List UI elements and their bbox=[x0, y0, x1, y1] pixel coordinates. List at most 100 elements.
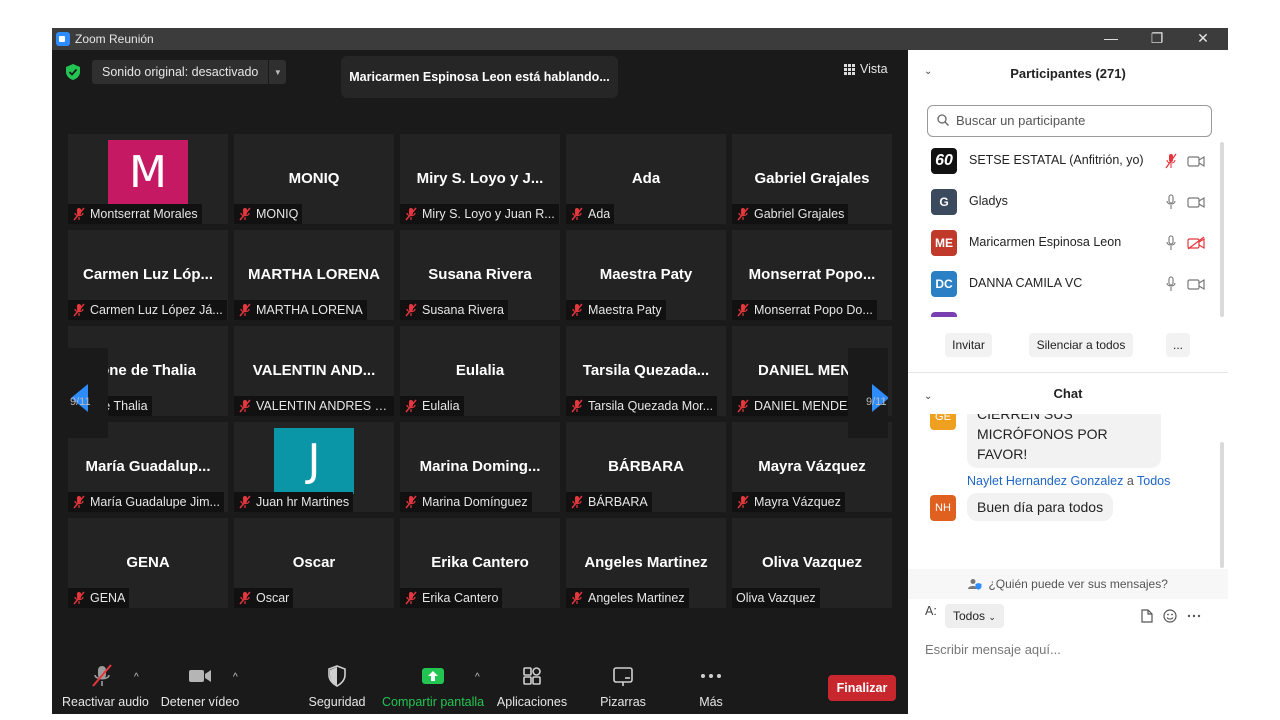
chat-message-line: MICRÓFONOS POR FAVOR! bbox=[977, 426, 1108, 462]
participant-display-name: Gabriel Grajales bbox=[754, 170, 870, 187]
chat-scrollbar[interactable] bbox=[1220, 442, 1224, 568]
participant-video-tile[interactable]: Oscar Oscar bbox=[234, 518, 394, 608]
participant-search-input[interactable]: Buscar un participante bbox=[927, 105, 1212, 137]
participant-display-name: María Guadalup... bbox=[85, 458, 211, 475]
whiteboard-icon bbox=[613, 667, 633, 686]
share-screen-button[interactable]: Compartir pantalla bbox=[382, 664, 484, 709]
participant-video-tile[interactable]: Monserrat Popo... Monserrat Popo Do... bbox=[732, 230, 892, 320]
participant-video-tile[interactable]: MARTHA LORENA MARTHA LORENA bbox=[234, 230, 394, 320]
mic-icon[interactable] bbox=[1164, 276, 1178, 292]
participant-display-name: Monserrat Popo... bbox=[748, 266, 876, 283]
encryption-shield-icon[interactable] bbox=[66, 64, 80, 80]
video-options-caret-icon[interactable]: ^ bbox=[233, 672, 238, 683]
chat-recipient-dropdown[interactable]: Todos ⌄ bbox=[945, 604, 1004, 628]
participant-video-tile[interactable]: Miry S. Loyo y J... Miry S. Loyo y Juan R… bbox=[400, 134, 560, 224]
participant-video-tile[interactable]: Maestra Paty Maestra Paty bbox=[566, 230, 726, 320]
participant-video-tile[interactable]: Carmen Luz Lóp... Carmen Luz López Já... bbox=[68, 230, 228, 320]
restore-button[interactable]: ❐ bbox=[1134, 28, 1180, 50]
participant-list-scrollbar[interactable] bbox=[1220, 142, 1224, 317]
unmute-audio-button[interactable]: Reactivar audio bbox=[62, 664, 149, 709]
mic-icon[interactable] bbox=[1164, 235, 1178, 251]
participant-video-tile[interactable]: M Montserrat Morales bbox=[68, 134, 228, 224]
file-icon[interactable] bbox=[1141, 609, 1153, 623]
participant-video-tile[interactable]: Angeles Martinez Angeles Martinez bbox=[566, 518, 726, 608]
participant-display-name: Miry S. Loyo y J... bbox=[416, 170, 544, 187]
participant-video-tile[interactable]: Marina Doming... Marina Domínguez bbox=[400, 422, 560, 512]
chat-recipient[interactable]: Todos bbox=[1137, 474, 1170, 488]
participant-row[interactable]: DC DANNA CAMILA VC bbox=[908, 264, 1218, 305]
security-button[interactable]: Seguridad bbox=[302, 664, 372, 709]
participant-name-label: GENA bbox=[68, 588, 130, 608]
original-sound-label: Sonido original: desactivado bbox=[92, 60, 270, 84]
mic-muted-icon bbox=[737, 399, 749, 413]
participant-video-tile[interactable]: GENA GENA bbox=[68, 518, 228, 608]
mute-all-button[interactable]: Silenciar a todos bbox=[1029, 333, 1133, 357]
invite-button[interactable]: Invitar bbox=[945, 333, 992, 357]
zoom-app-icon bbox=[56, 32, 70, 46]
apps-button[interactable]: Aplicaciones bbox=[496, 664, 568, 709]
chat-message-input[interactable]: Escribir mensaje aquí... bbox=[925, 642, 1061, 657]
participant-video-tile[interactable]: Tarsila Quezada... Tarsila Quezada Mor... bbox=[566, 326, 726, 416]
participants-more-button[interactable]: ... bbox=[1166, 333, 1190, 357]
original-sound-toggle[interactable]: Sonido original: desactivado ▼ bbox=[92, 60, 287, 84]
chevron-down-icon[interactable]: ▼ bbox=[269, 68, 286, 77]
close-button[interactable]: ✕ bbox=[1180, 28, 1226, 50]
mic-muted-icon bbox=[73, 495, 85, 509]
participant-name-label: VALENTIN ANDRES G... bbox=[234, 396, 394, 416]
participant-video-tile[interactable]: MONIQ MONIQ bbox=[234, 134, 394, 224]
more-dots-icon[interactable] bbox=[1187, 614, 1201, 618]
video-camera-icon[interactable] bbox=[1187, 195, 1205, 209]
chat-title: Chat bbox=[1053, 386, 1083, 401]
next-page-button[interactable] bbox=[848, 348, 889, 438]
window-title: Zoom Reunión bbox=[75, 32, 154, 46]
chat-messages: GE CIERREN SUS MICRÓFONOS POR FAVOR! Nay… bbox=[908, 414, 1228, 572]
gallery-grid-icon bbox=[844, 63, 855, 75]
video-camera-icon[interactable] bbox=[1187, 154, 1205, 168]
mic-muted-icon[interactable] bbox=[1164, 153, 1178, 169]
participant-video-tile[interactable]: Erika Cantero Erika Cantero bbox=[400, 518, 560, 608]
participant-name-label: MONIQ bbox=[234, 204, 303, 224]
whiteboards-button[interactable]: Pizarras bbox=[592, 664, 654, 709]
participant-row[interactable] bbox=[908, 305, 1218, 317]
participant-row[interactable]: 60 SETSE ESTATAL (Anfitrión, yo) bbox=[908, 141, 1218, 182]
participants-title: Participantes (271) bbox=[1010, 66, 1126, 81]
mic-muted-icon bbox=[737, 207, 749, 221]
mic-icon[interactable] bbox=[1164, 194, 1178, 210]
participant-name: Juan hr Martines bbox=[256, 495, 350, 509]
participant-video-tile[interactable]: Gabriel Grajales Gabriel Grajales bbox=[732, 134, 892, 224]
audio-options-caret-icon[interactable]: ^ bbox=[134, 672, 139, 683]
chat-avatar: NH bbox=[930, 495, 956, 521]
who-can-see-messages-link[interactable]: ¿Quién puede ver sus mensajes? bbox=[908, 569, 1228, 599]
previous-page-button[interactable] bbox=[68, 348, 108, 438]
participant-video-tile[interactable]: Ada Ada bbox=[566, 134, 726, 224]
participant-name-label: MARTHA LORENA bbox=[234, 300, 367, 320]
chat-sender-name[interactable]: Naylet Hernandez Gonzalez bbox=[967, 474, 1123, 488]
video-off-icon[interactable] bbox=[1187, 236, 1205, 250]
participant-name: Tarsila Quezada Mor... bbox=[588, 399, 714, 413]
participant-video-tile[interactable]: Eulalia Eulalia bbox=[400, 326, 560, 416]
participant-video-tile[interactable]: BÁRBARA BÁRBARA bbox=[566, 422, 726, 512]
end-meeting-button[interactable]: Finalizar bbox=[828, 675, 896, 701]
participant-row[interactable]: ME Maricarmen Espinosa Leon bbox=[908, 223, 1218, 264]
search-icon bbox=[937, 114, 949, 126]
participant-video-tile[interactable]: Oliva Vazquez Oliva Vazquez bbox=[732, 518, 892, 608]
participant-video-tile[interactable]: J Juan hr Martines bbox=[234, 422, 394, 512]
share-options-caret-icon[interactable]: ^ bbox=[475, 672, 480, 683]
stop-video-button[interactable]: Detener vídeo bbox=[160, 664, 240, 709]
mic-muted-icon bbox=[737, 495, 749, 509]
title-bar: Zoom Reunión — ❐ ✕ bbox=[52, 28, 1228, 50]
participant-name: VALENTIN ANDRES G... bbox=[256, 399, 390, 413]
speaking-banner: Maricarmen Espinosa Leon está hablando..… bbox=[341, 56, 618, 98]
participant-video-tile[interactable]: VALENTIN AND... VALENTIN ANDRES G... bbox=[234, 326, 394, 416]
participant-row[interactable]: G Gladys bbox=[908, 182, 1218, 223]
side-panel: ⌄ Participantes (271) Buscar un particip… bbox=[908, 50, 1228, 692]
emoji-icon[interactable] bbox=[1163, 609, 1177, 623]
participant-name: Eulalia bbox=[422, 399, 460, 413]
view-button[interactable]: Vista bbox=[844, 62, 888, 76]
participant-display-name: Tarsila Quezada... bbox=[582, 362, 710, 379]
video-camera-icon[interactable] bbox=[1187, 277, 1205, 291]
minimize-button[interactable]: — bbox=[1088, 28, 1134, 50]
participant-video-tile[interactable]: Susana Rivera Susana Rivera bbox=[400, 230, 560, 320]
participant-name: Gabriel Grajales bbox=[754, 207, 845, 221]
more-button[interactable]: Más bbox=[688, 664, 734, 709]
